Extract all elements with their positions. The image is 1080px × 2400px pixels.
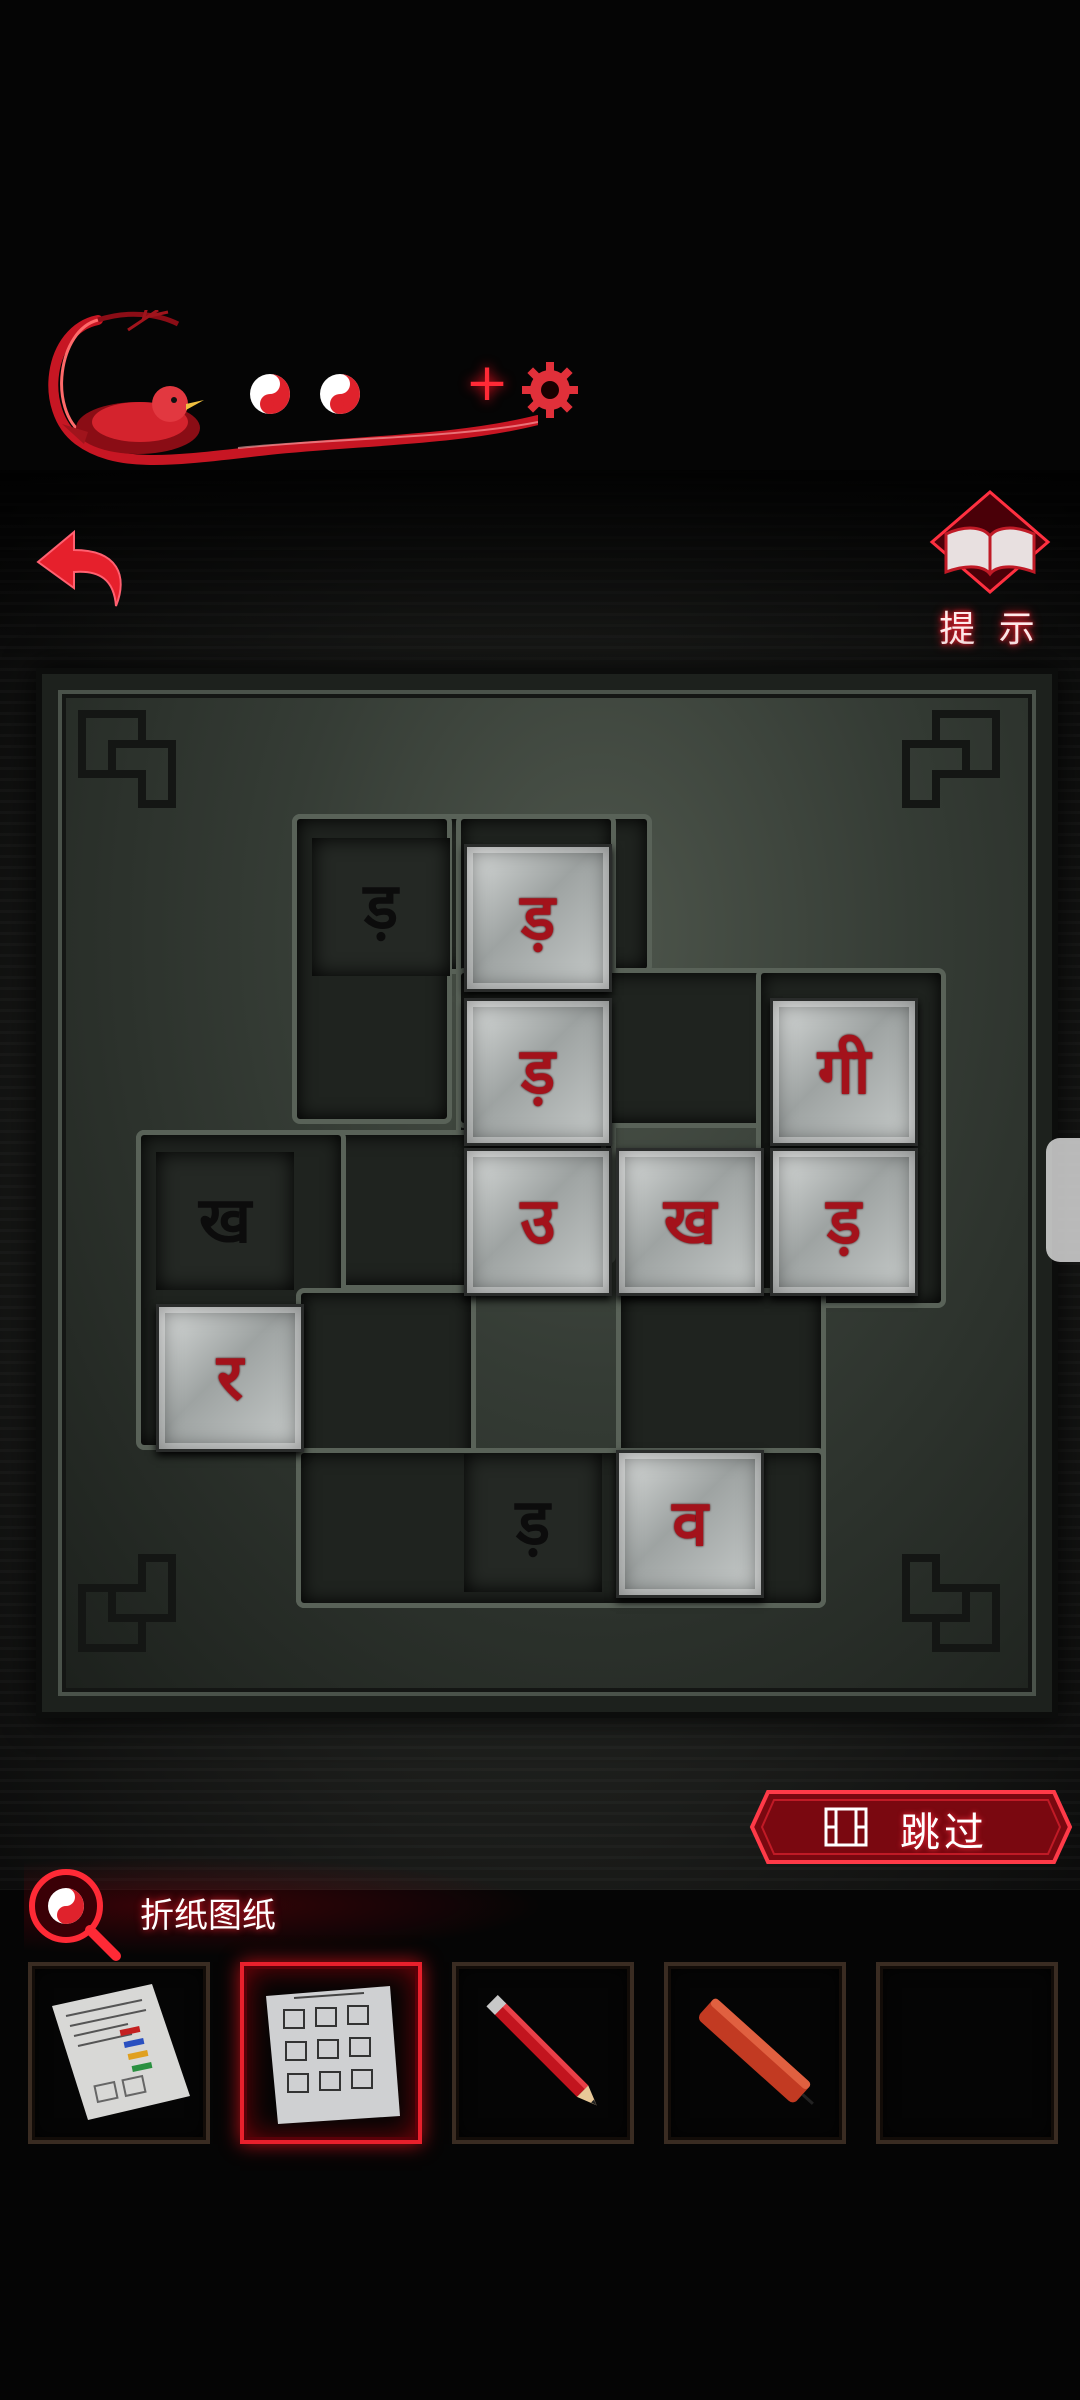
tile-glyph: ड़ (520, 1034, 556, 1109)
inventory-slot-4[interactable] (664, 1962, 846, 2144)
add-token-button[interactable]: + (462, 357, 512, 409)
book-icon (929, 490, 1051, 594)
skip-label: 跳过 (900, 1810, 988, 1856)
undo-arrow-icon[interactable] (34, 522, 134, 612)
glyph-tile[interactable]: ड़ (770, 1148, 918, 1296)
paper-notes-icon (52, 1984, 190, 2120)
engraved-glyph: ख (198, 1183, 252, 1258)
empty-slot[interactable]: ड़ (312, 838, 450, 976)
folding-paper-diagram-icon (266, 1986, 400, 2124)
empty-slot[interactable]: ड़ (464, 1454, 602, 1592)
tile-glyph: उ (520, 1184, 556, 1259)
glyph-tile[interactable]: ड़ (464, 844, 612, 992)
inventory-bar (28, 1962, 1058, 2144)
glyph-tile[interactable]: ख (616, 1148, 764, 1296)
settings-gear-icon[interactable] (518, 358, 582, 422)
hint-label: 提 示 (939, 609, 1041, 650)
glyph-tile[interactable]: व (616, 1450, 764, 1598)
tile-glyph: र (216, 1340, 244, 1415)
inventory-slot-1[interactable] (28, 1962, 210, 2144)
tile-glyph: गी (817, 1034, 871, 1109)
corner-knot-icon (78, 710, 176, 808)
red-candle-icon (698, 1998, 814, 2105)
corner-knot-icon (902, 1554, 1000, 1652)
glyph-tile[interactable]: उ (464, 1148, 612, 1296)
inventory-slot-3[interactable] (452, 1962, 634, 2144)
side-drawer-handle[interactable] (1046, 1138, 1080, 1262)
tile-glyph: ड़ (826, 1184, 862, 1259)
top-shadow (0, 470, 1080, 680)
hint-button[interactable]: 提 示 (924, 488, 1056, 650)
selected-item-name: 折纸图纸 (140, 1896, 276, 1936)
yin-yang-token-icon (250, 374, 290, 414)
selected-item-bar: 折纸图纸 (24, 1856, 544, 1961)
film-icon (824, 1807, 868, 1847)
puzzle-board: ड़ ख ड़ ड़ ड़ गी उ ख ड़ र व (36, 668, 1058, 1718)
engraved-glyph: ड़ (363, 869, 399, 944)
red-bird-icon (62, 386, 204, 454)
tile-glyph: व (672, 1486, 708, 1561)
magnifier-yin-yang-icon[interactable] (24, 1864, 124, 1964)
inventory-slot-2[interactable] (240, 1962, 422, 2144)
red-pencil-icon (486, 1995, 597, 2106)
skip-button[interactable]: 跳过 (748, 1786, 1074, 1868)
empty-slot[interactable]: ख (156, 1152, 294, 1290)
inventory-slot-5[interactable] (876, 1962, 1058, 2144)
engraved-glyph: ड़ (515, 1485, 551, 1560)
corner-knot-icon (78, 1554, 176, 1652)
status-bar: + (18, 296, 578, 486)
tile-glyph: ख (663, 1184, 717, 1259)
yin-yang-token-icon (320, 374, 360, 414)
glyph-tile[interactable]: ड़ (464, 998, 612, 1146)
corner-knot-icon (902, 710, 1000, 808)
tile-glyph: ड़ (520, 880, 556, 955)
glyph-tile[interactable]: र (156, 1304, 304, 1452)
glyph-tile[interactable]: गी (770, 998, 918, 1146)
